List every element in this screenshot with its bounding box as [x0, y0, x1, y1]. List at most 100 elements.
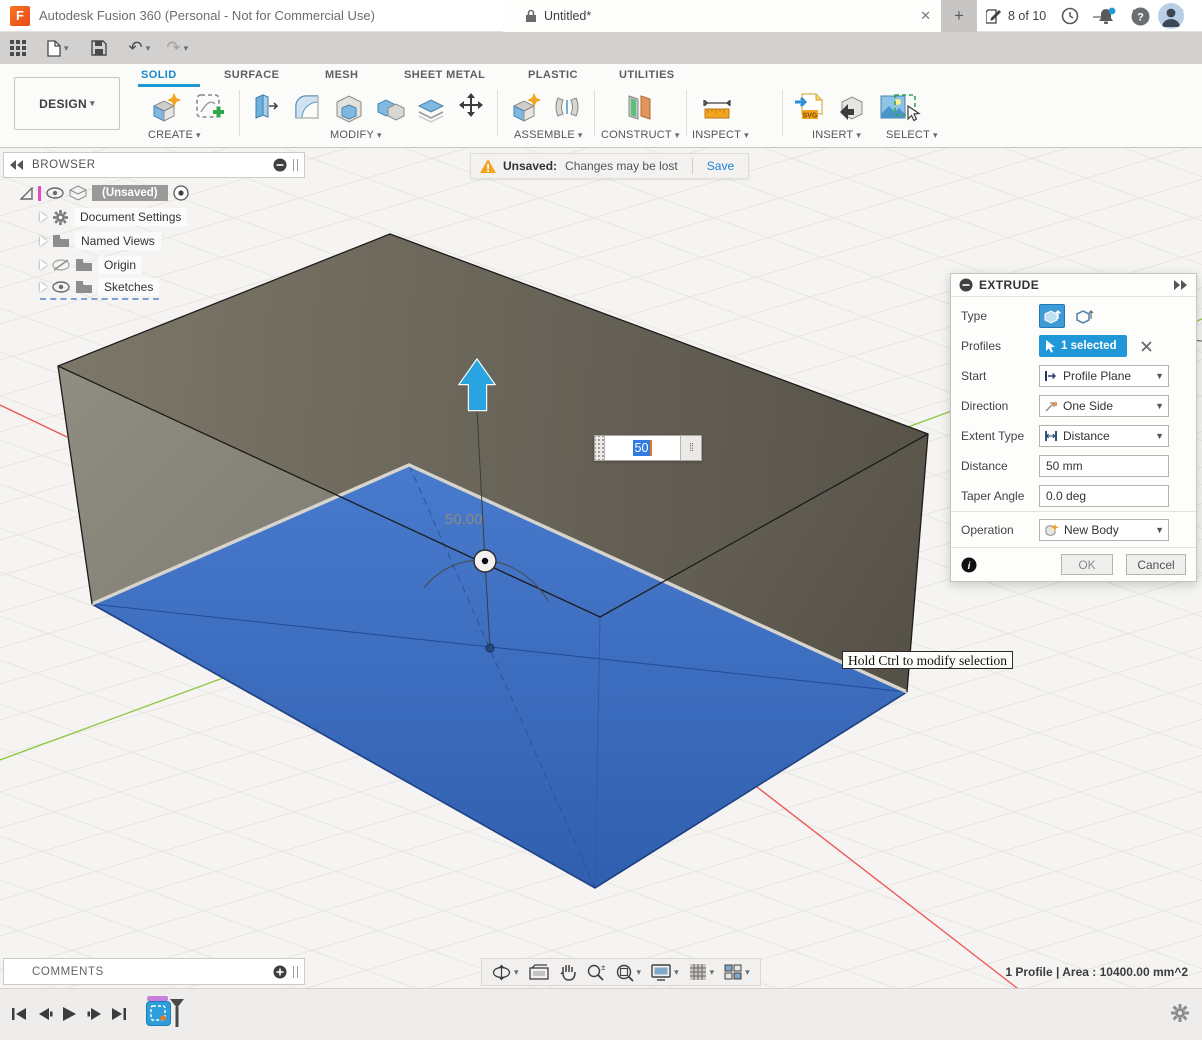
- operation-dropdown[interactable]: New Body▼: [1039, 519, 1169, 541]
- browser-item-origin[interactable]: Origin: [40, 254, 142, 276]
- version-badge[interactable]: 8 of 10: [986, 0, 1046, 32]
- info-icon[interactable]: i: [961, 557, 977, 573]
- expander-closed-icon[interactable]: [40, 212, 47, 222]
- panel-grip[interactable]: [293, 159, 298, 171]
- timeline-play-button[interactable]: [58, 1003, 80, 1025]
- browser-item-sketches[interactable]: Sketches: [40, 278, 159, 300]
- expander-closed-icon[interactable]: [40, 236, 47, 246]
- tab-plastic[interactable]: PLASTIC: [528, 64, 578, 85]
- extent-type-dropdown[interactable]: Distance▼: [1039, 425, 1169, 447]
- taper-angle-input[interactable]: [1039, 485, 1169, 507]
- display-settings-icon[interactable]: [647, 960, 683, 984]
- expand-dialog-icon[interactable]: [1174, 280, 1188, 290]
- expander-closed-icon[interactable]: [40, 260, 47, 270]
- fillet-icon[interactable]: [288, 88, 326, 126]
- group-modify[interactable]: MODIFY: [330, 129, 382, 141]
- tab-close-icon[interactable]: ✕: [920, 8, 931, 24]
- select-icon[interactable]: [888, 88, 926, 126]
- shell-icon[interactable]: [330, 88, 368, 126]
- visibility-eye-icon[interactable]: [52, 281, 70, 293]
- combine-icon[interactable]: [372, 88, 410, 126]
- timeline-settings-gear-icon[interactable]: [1170, 1003, 1190, 1023]
- tab-surface[interactable]: SURFACE: [224, 64, 279, 85]
- timeline-step-back-button[interactable]: [34, 1003, 56, 1025]
- derive-icon[interactable]: [832, 88, 870, 126]
- dimension-input-widget[interactable]: 50 ⁞⁞: [594, 435, 702, 461]
- pan-icon[interactable]: [555, 960, 580, 984]
- start-dropdown[interactable]: Profile Plane▼: [1039, 365, 1169, 387]
- direction-dropdown[interactable]: One Side▼: [1039, 395, 1169, 417]
- group-insert[interactable]: INSERT: [812, 129, 861, 141]
- browser-item-named-views[interactable]: Named Views: [40, 230, 161, 252]
- redo-icon[interactable]: ↷: [160, 34, 194, 62]
- activate-radio-icon[interactable]: [173, 185, 189, 201]
- avatar[interactable]: [1158, 3, 1184, 29]
- clear-selection-icon[interactable]: [1141, 341, 1152, 352]
- save-icon[interactable]: [85, 34, 113, 62]
- job-status-icon[interactable]: [1058, 5, 1082, 27]
- file-menu-icon[interactable]: [41, 34, 75, 62]
- new-tab-button[interactable]: +: [941, 0, 977, 32]
- cancel-button[interactable]: Cancel: [1126, 554, 1186, 575]
- timeline-position-marker[interactable]: [169, 999, 185, 1029]
- add-comment-icon[interactable]: [273, 965, 287, 979]
- group-assemble[interactable]: ASSEMBLE: [514, 129, 583, 141]
- dimension-input-field[interactable]: 50: [604, 436, 681, 460]
- timeline-step-forward-button[interactable]: [83, 1003, 105, 1025]
- undo-icon[interactable]: ↶: [123, 34, 157, 62]
- browser-root-row[interactable]: (Unsaved): [20, 182, 189, 204]
- offset-face-icon[interactable]: [412, 88, 450, 126]
- tab-utilities[interactable]: UTILITIES: [619, 64, 675, 85]
- comments-panel-header[interactable]: COMMENTS: [3, 958, 305, 985]
- collapse-dialog-icon[interactable]: [959, 278, 973, 292]
- workspace-selector[interactable]: DESIGN: [14, 77, 120, 130]
- panel-grip[interactable]: [293, 966, 298, 978]
- notifications-bell-icon[interactable]: [1094, 5, 1118, 27]
- extrude-type-thin-button[interactable]: [1071, 304, 1097, 328]
- collapse-all-icon[interactable]: [273, 158, 287, 172]
- create-sketch-icon[interactable]: [190, 88, 228, 126]
- group-inspect[interactable]: INSPECT: [692, 129, 749, 141]
- browser-panel-header[interactable]: BROWSER: [3, 152, 305, 178]
- group-construct[interactable]: CONSTRUCT: [601, 129, 680, 141]
- expander-closed-icon[interactable]: [40, 282, 47, 292]
- input-drag-grip[interactable]: [595, 436, 604, 460]
- construct-plane-icon[interactable]: [620, 88, 658, 126]
- document-tab[interactable]: Untitled* ✕: [503, 0, 941, 32]
- insert-svg-icon[interactable]: SVG: [790, 88, 828, 126]
- viewport[interactable]: 50.00 TOP FRONT RIGHT Z X Unsaved: Chang…: [0, 148, 1202, 988]
- tab-sheet-metal[interactable]: SHEET METAL: [404, 64, 485, 85]
- profiles-selected-chip[interactable]: 1 selected: [1039, 335, 1127, 357]
- look-at-icon[interactable]: [525, 960, 553, 984]
- group-select[interactable]: SELECT: [886, 129, 938, 141]
- measure-icon[interactable]: [698, 88, 736, 126]
- help-icon[interactable]: ?: [1128, 5, 1152, 27]
- distance-input[interactable]: [1039, 455, 1169, 477]
- timeline-skip-start-button[interactable]: [8, 1003, 30, 1025]
- document-root-label[interactable]: (Unsaved): [92, 185, 168, 201]
- ok-button[interactable]: OK: [1061, 554, 1113, 575]
- group-create[interactable]: CREATE: [148, 129, 201, 141]
- extrude-dialog-header[interactable]: EXTRUDE: [951, 274, 1196, 297]
- press-pull-icon[interactable]: [246, 88, 284, 126]
- new-body-icon[interactable]: [146, 88, 184, 126]
- eye-off-icon[interactable]: [52, 258, 70, 272]
- extrude-type-solid-button[interactable]: [1039, 304, 1065, 328]
- zoom-icon[interactable]: ±: [582, 960, 609, 984]
- app-grid-icon[interactable]: [4, 34, 33, 62]
- new-component-icon[interactable]: [506, 88, 544, 126]
- orbit-icon[interactable]: [488, 960, 523, 984]
- save-link[interactable]: Save: [693, 159, 748, 173]
- collapse-panel-icon[interactable]: [10, 160, 24, 170]
- timeline-skip-end-button[interactable]: [108, 1003, 130, 1025]
- zoom-window-icon[interactable]: [611, 960, 646, 984]
- joint-icon[interactable]: [548, 88, 586, 126]
- tab-solid[interactable]: SOLID: [141, 64, 177, 85]
- expander-open-icon[interactable]: [20, 187, 33, 200]
- viewports-icon[interactable]: [720, 960, 754, 984]
- grid-snap-icon[interactable]: [685, 960, 719, 984]
- move-icon[interactable]: [452, 88, 490, 126]
- tab-mesh[interactable]: MESH: [325, 64, 358, 85]
- visibility-eye-icon[interactable]: [46, 187, 64, 199]
- timeline-sketch-feature[interactable]: [146, 1001, 171, 1026]
